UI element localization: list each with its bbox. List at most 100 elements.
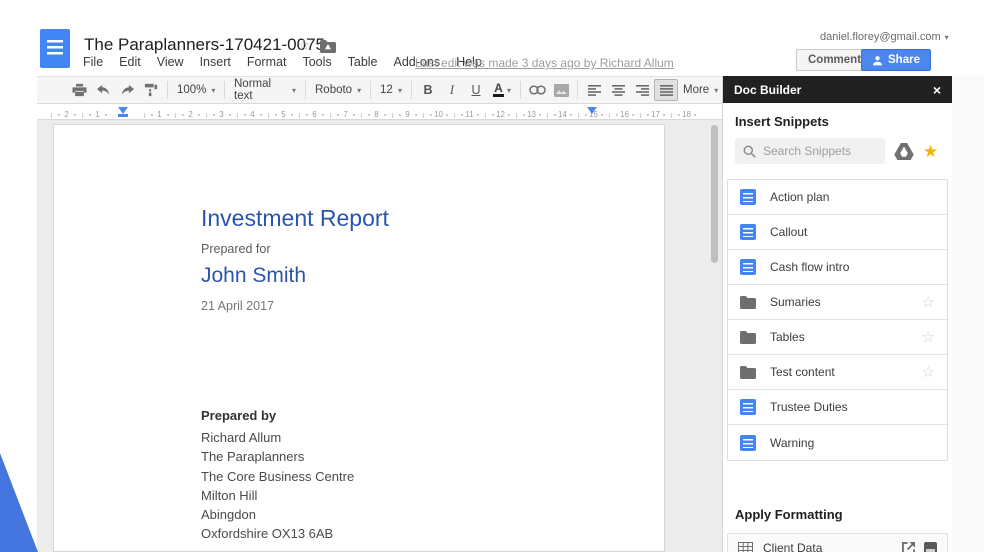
more-menu-button[interactable]: More ▾	[678, 79, 722, 101]
sidebar-title: Doc Builder	[734, 82, 802, 97]
snippet-row[interactable]: Callout	[728, 215, 947, 250]
favorites-star-icon[interactable]: ★	[923, 143, 938, 160]
search-row: ★	[735, 138, 940, 164]
google-docs-app: The Paraplanners-170421-0075 ☆ File Edit V…	[0, 0, 984, 552]
insert-link-button[interactable]	[525, 79, 549, 101]
account-email: daniel.florey@gmail.com	[820, 31, 941, 43]
chevron-down-icon: ▾	[397, 85, 402, 95]
formatting-item-row[interactable]: Client Data	[727, 533, 948, 552]
scrollbar-thumb[interactable]	[711, 125, 718, 263]
right-indent-marker[interactable]	[587, 107, 597, 114]
move-to-folder-icon[interactable]	[320, 40, 336, 53]
document-page[interactable]: Investment Report Prepared for John Smit…	[53, 124, 665, 552]
address-line: Richard Allum	[201, 430, 282, 445]
sidebar-gutter	[952, 76, 984, 552]
snippet-row[interactable]: Test content ☆	[728, 355, 947, 390]
decorative-corner-triangle	[0, 453, 38, 552]
snippet-row[interactable]: Sumaries ☆	[728, 285, 947, 320]
menu-item[interactable]: Tools	[302, 55, 331, 69]
snippet-row[interactable]: Tables ☆	[728, 320, 947, 355]
redo-button[interactable]	[115, 79, 139, 101]
star-outline-icon[interactable]: ☆	[922, 328, 935, 346]
insert-image-button[interactable]	[549, 79, 573, 101]
font-family-select[interactable]: Roboto ▾	[310, 79, 366, 101]
snippet-row[interactable]: Cash flow intro	[728, 250, 947, 285]
menu-item[interactable]: Edit	[119, 55, 141, 69]
doc-icon	[740, 224, 756, 240]
sidebar-header: Doc Builder ×	[723, 76, 952, 103]
toolbar-separator	[224, 81, 225, 99]
paint-format-button[interactable]	[139, 79, 163, 101]
italic-button[interactable]: I	[440, 79, 464, 101]
account-menu[interactable]: daniel.florey@gmail.com ▾	[820, 31, 949, 43]
star-outline-icon[interactable]: ☆	[922, 363, 935, 381]
prepared-for-label: Prepared for	[201, 242, 271, 256]
apply-format-icon[interactable]	[924, 541, 937, 552]
zoom-select[interactable]: 100% ▾	[172, 79, 220, 101]
close-icon[interactable]: ×	[933, 83, 941, 97]
align-justify-button[interactable]	[654, 79, 678, 101]
star-icon[interactable]: ☆	[297, 36, 310, 54]
menu-item[interactable]: Table	[348, 55, 378, 69]
doc-date: 21 April 2017	[201, 299, 274, 313]
snippet-label: Action plan	[770, 190, 830, 204]
underline-button[interactable]: U	[464, 79, 488, 101]
paragraph-style-select[interactable]: Normal text ▾	[229, 78, 301, 102]
bold-button[interactable]: B	[416, 79, 440, 101]
undo-button[interactable]	[91, 79, 115, 101]
insert-snippets-heading: Insert Snippets	[735, 114, 829, 129]
share-label: Share	[888, 54, 920, 66]
snippet-row[interactable]: Action plan	[728, 180, 947, 215]
font-size-value: 12	[380, 84, 393, 96]
share-button[interactable]: Share	[861, 49, 931, 71]
toolbar-separator	[305, 81, 306, 99]
snippet-label: Warning	[770, 435, 815, 450]
doc-heading: Investment Report	[201, 205, 389, 231]
open-in-new-icon[interactable]	[902, 541, 915, 552]
doc-icon	[740, 259, 756, 275]
bold-glyph: B	[423, 83, 433, 97]
chevron-down-icon: ▾	[944, 32, 949, 42]
menu-item[interactable]: Insert	[200, 55, 231, 69]
left-indent-marker[interactable]	[118, 107, 128, 117]
folder-icon	[740, 295, 756, 309]
chevron-down-icon: ▾	[506, 85, 511, 95]
docs-logo[interactable]	[40, 29, 70, 68]
font-size-select[interactable]: 12 ▾	[375, 79, 407, 101]
document-canvas: Investment Report Prepared for John Smit…	[37, 120, 722, 552]
address-line: Oxfordshire OX13 6AB	[201, 526, 334, 542]
address-line: The Core Business Centre	[201, 468, 355, 484]
person-icon	[872, 55, 883, 66]
align-center-button[interactable]	[606, 79, 630, 101]
apply-formatting-heading: Apply Formatting	[735, 507, 843, 522]
doc-icon	[740, 399, 756, 415]
print-button[interactable]	[67, 79, 91, 101]
search-box[interactable]	[735, 138, 885, 164]
last-edit-link[interactable]: Last edit was made 3 days ago by Richard…	[415, 56, 674, 70]
prepared-by-label: Prepared by	[201, 408, 277, 423]
menu-item[interactable]: View	[157, 55, 184, 69]
snippet-label: Tables	[770, 330, 805, 344]
zoom-value: 100%	[177, 84, 207, 96]
star-outline-icon[interactable]: ☆	[922, 293, 935, 311]
menu-item[interactable]: File	[83, 55, 103, 69]
search-input[interactable]	[763, 144, 873, 158]
toolbar-separator	[370, 81, 371, 99]
chevron-down-icon: ▾	[291, 85, 296, 95]
align-right-button[interactable]	[630, 79, 654, 101]
paragraph-style-value: Normal text	[234, 78, 272, 102]
snippet-label: Test content	[770, 365, 835, 379]
snippet-row[interactable]: Trustee Duties	[728, 390, 947, 425]
document-title[interactable]: The Paraplanners-170421-0075	[84, 35, 325, 55]
text-color-button[interactable]: A ▾	[488, 79, 516, 101]
align-left-button[interactable]	[582, 79, 606, 101]
menu-item[interactable]: Format	[247, 55, 287, 69]
doc-icon	[740, 434, 756, 451]
snippet-row[interactable]: Warning	[728, 425, 947, 460]
drive-icon[interactable]	[894, 142, 914, 160]
snippet-label: Callout	[770, 225, 808, 239]
snippet-list: Action plan Callout Cash flow intro Suma…	[727, 179, 948, 461]
italic-glyph: I	[449, 82, 455, 97]
address-line: Abingdon	[201, 507, 256, 523]
letter-a: A	[494, 81, 503, 95]
